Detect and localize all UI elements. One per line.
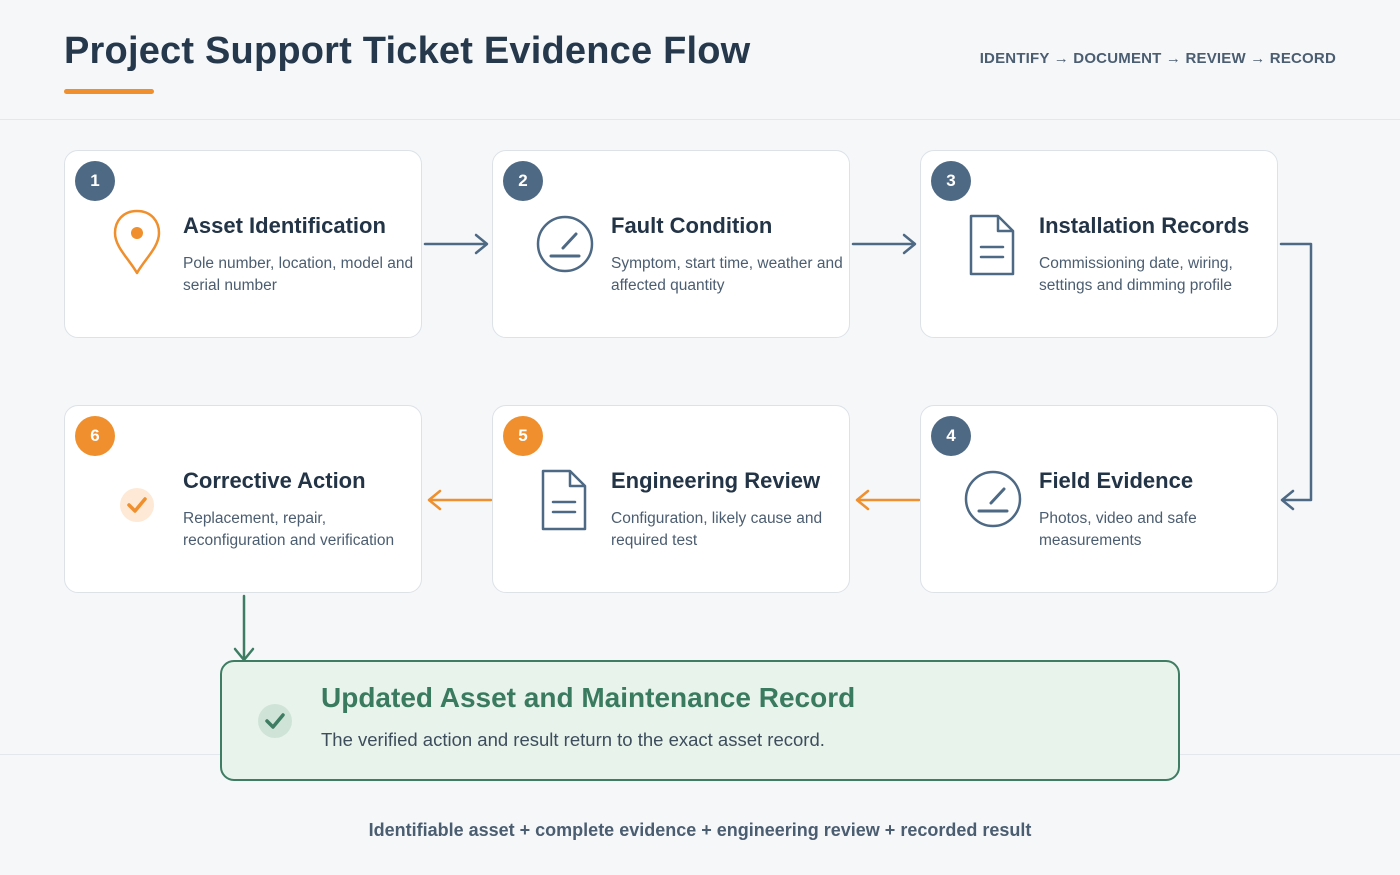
gauge-icon: [964, 470, 1022, 528]
step-card-engineering-review: 5 Engineering Review Configuration, like…: [492, 405, 850, 593]
check-circle-icon: [258, 704, 292, 738]
step-card-corrective-action: 6 Corrective Action Replacement, repair,…: [64, 405, 422, 593]
document-icon: [969, 214, 1015, 276]
step-description: Pole number, location, model and serial …: [183, 255, 414, 294]
step-number-badge: 5: [503, 416, 543, 456]
arrow-step3-to-step4: [1279, 242, 1313, 511]
step-card-installation-records: 3 Installation Records Commissioning dat…: [920, 150, 1278, 338]
step-title: Fault Condition: [611, 213, 773, 238]
step-card-asset-identification: 1 Asset Identification Pole number, loca…: [64, 150, 422, 338]
arrow-step2-to-step3: [851, 233, 917, 255]
footer-summary: Identifiable asset + complete evidence +…: [368, 820, 1032, 840]
arrow-step4-to-step5: [855, 489, 921, 511]
step-card-fault-condition: 2 Fault Condition Symptom, start time, w…: [492, 150, 850, 338]
step-number-badge: 1: [75, 161, 115, 201]
step-title: Engineering Review: [611, 468, 821, 493]
result-title: Updated Asset and Maintenance Record: [321, 682, 856, 713]
check-icon: [120, 488, 154, 522]
step-description: Configuration, likely cause and required…: [611, 510, 823, 549]
step-number-badge: 3: [931, 161, 971, 201]
result-record-box: Updated Asset and Maintenance Record The…: [220, 660, 1180, 781]
step-description: Replacement, repair, reconfiguration and…: [183, 510, 395, 549]
step-description: Photos, video and safe measurements: [1039, 510, 1197, 549]
document-icon: [541, 469, 587, 531]
step-number-badge: 4: [931, 416, 971, 456]
step-card-field-evidence: 4 Field Evidence Photos, video and safe …: [920, 405, 1278, 593]
arrow-step5-to-step6: [427, 489, 493, 511]
step-title: Installation Records: [1039, 213, 1250, 238]
arrow-step6-to-result: [233, 594, 255, 662]
step-number-badge: 2: [503, 161, 543, 201]
location-pin-icon: [113, 209, 161, 275]
arrow-step1-to-step2: [423, 233, 489, 255]
step-title: Corrective Action: [183, 468, 366, 493]
result-description: The verified action and result return to…: [321, 729, 825, 750]
step-description: Commissioning date, wiring, settings and…: [1039, 255, 1233, 294]
step-title: Asset Identification: [183, 213, 386, 238]
step-description: Symptom, start time, weather and affecte…: [611, 255, 843, 294]
step-title: Field Evidence: [1039, 468, 1194, 493]
gauge-icon: [536, 215, 594, 273]
step-number-badge: 6: [75, 416, 115, 456]
